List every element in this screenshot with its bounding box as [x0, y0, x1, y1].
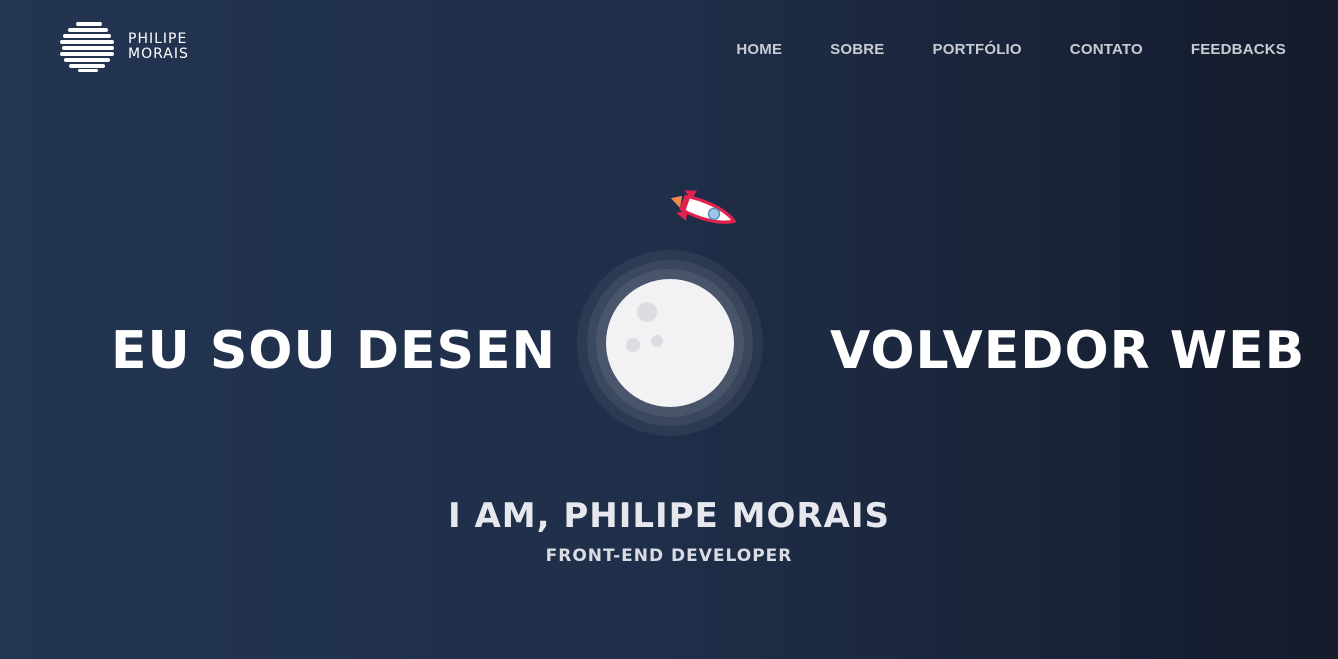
hero-headline-left: EU SOU DESEN [111, 321, 557, 381]
striped-globe-logo-icon [60, 22, 114, 72]
nav-item-contato[interactable]: CONTATO [1070, 41, 1143, 58]
intro-greeting: I AM, PHILIPE MORAIS [447, 496, 891, 536]
brand-line-2: MORAIS [128, 46, 189, 62]
nav-item-feedbacks[interactable]: FEEDBACKS [1191, 41, 1286, 58]
brand-line-1: PHILIPE [128, 31, 188, 47]
rocket-icon [670, 190, 737, 224]
main-nav: HOME SOBRE PORTFÓLIO CONTATO FEEDBACKS [736, 41, 1286, 58]
nav-item-portfolio[interactable]: PORTFÓLIO [933, 41, 1022, 58]
nav-item-home[interactable]: HOME [736, 41, 782, 58]
moon-icon [577, 250, 763, 436]
brand-logo-link[interactable]: PHILIPE MORAIS [60, 22, 189, 72]
hero-headline-right: VOLVEDOR WEB [830, 321, 1306, 381]
intro-role: FRONT-END DEVELOPER [545, 546, 793, 566]
brand-name: PHILIPE MORAIS [128, 32, 189, 62]
nav-item-sobre[interactable]: SOBRE [830, 41, 884, 58]
site-header: PHILIPE MORAIS HOME SOBRE PORTFÓLIO CONT… [0, 0, 1338, 100]
